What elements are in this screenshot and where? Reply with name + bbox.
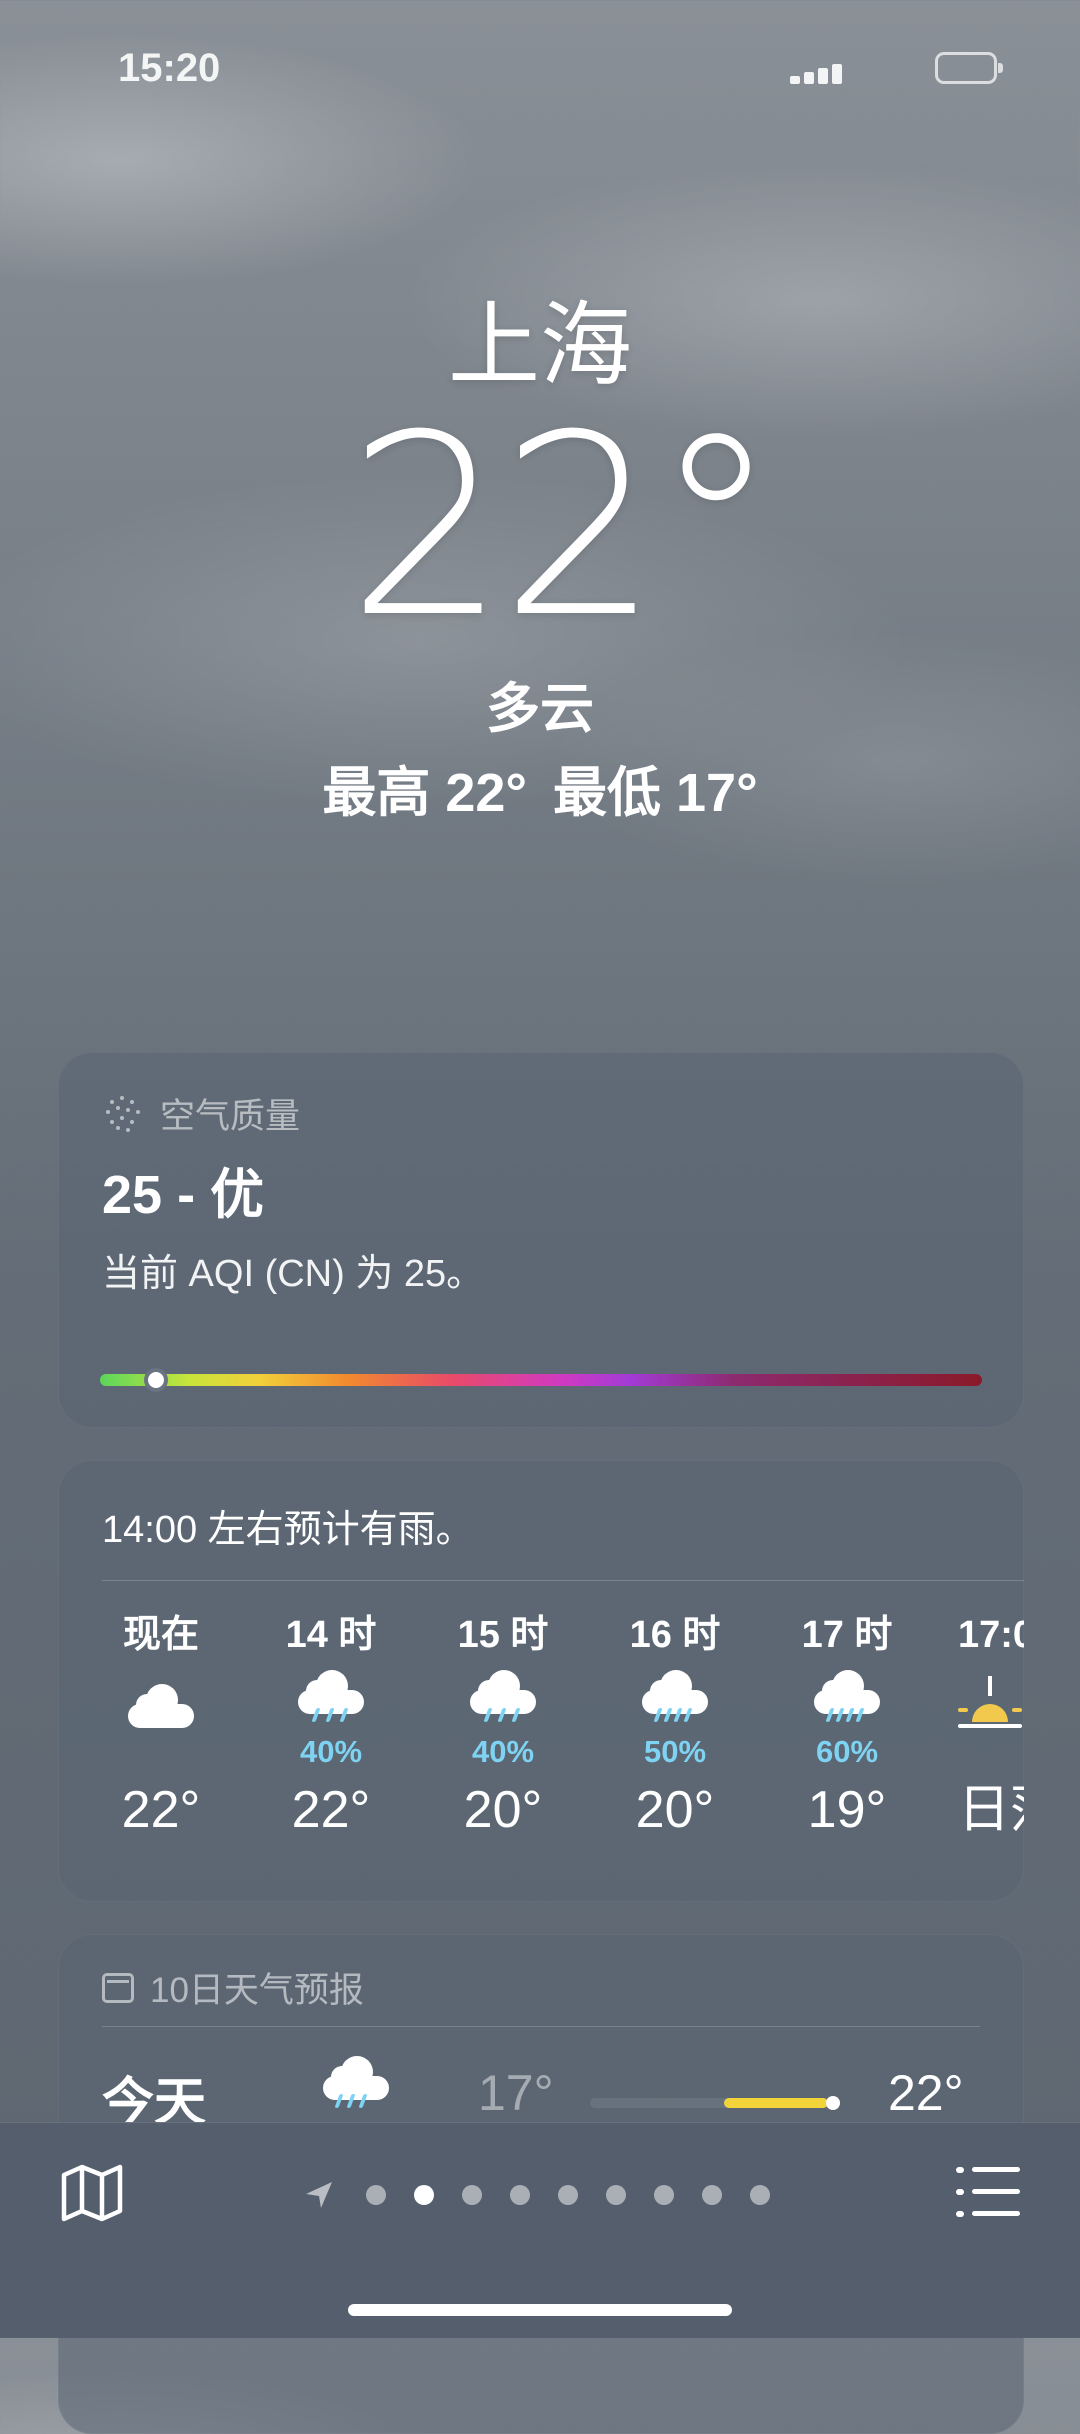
current-temperature: 22° — [347, 381, 778, 672]
hourly-forecast-card[interactable]: 14:00 左右预计有雨。 现在 22° 14 时 40% 22° 15 时 4… — [58, 1460, 1024, 1902]
forecast-low: 17° — [478, 2065, 554, 2121]
forecast-header: 10日天气预报 — [102, 1962, 364, 2013]
hour-item[interactable]: 17:0 日落 — [944, 1610, 1024, 1840]
hour-temp: 日落 — [958, 1781, 1024, 1839]
aqi-description: 当前 AQI (CN) 为 25。 — [102, 1253, 485, 1295]
page-dot — [462, 2185, 482, 2205]
divider — [102, 2026, 980, 2027]
hour-temp: 22° — [121, 1781, 201, 1839]
battery-icon — [935, 52, 1003, 84]
hour-temp: 20° — [635, 1781, 715, 1839]
air-quality-title: 空气质量 — [160, 1097, 301, 1136]
page-dot — [750, 2185, 770, 2205]
low-temperature: 最低 17° — [553, 763, 758, 823]
hour-label: 16 时 — [629, 1614, 721, 1656]
page-dot — [558, 2185, 578, 2205]
hour-temp: 22° — [291, 1781, 371, 1839]
aqi-scale-bar — [100, 1374, 982, 1386]
current-temp-marker — [826, 2096, 840, 2110]
weather-condition: 多云 — [486, 679, 594, 739]
divider — [102, 1580, 1024, 1581]
hour-item[interactable]: 现在 22° — [86, 1610, 236, 1840]
hour-item[interactable]: 16 时 50% 20° — [600, 1610, 750, 1840]
page-indicator[interactable] — [302, 2175, 784, 2215]
home-indicator[interactable] — [348, 2304, 732, 2316]
cloud-icon — [128, 1684, 194, 1728]
forecast-title: 10日天气预报 — [150, 1971, 364, 2010]
cellular-signal-icon — [790, 62, 850, 84]
map-icon[interactable] — [60, 2163, 124, 2223]
air-quality-dots-icon — [102, 1094, 142, 1134]
forecast-high: 22° — [888, 2065, 964, 2121]
status-time: 15:20 — [118, 46, 221, 90]
high-temperature: 最高 22° — [322, 763, 527, 823]
location-arrow-icon — [306, 2182, 332, 2208]
cloud-rain-icon — [600, 1670, 750, 1740]
aqi-value: 25 - 优 — [102, 1165, 265, 1225]
hour-item[interactable]: 17 时 60% 19° — [772, 1610, 922, 1840]
cloud-rain-icon — [256, 1670, 406, 1740]
hour-item[interactable]: 15 时 40% 20° — [428, 1610, 578, 1840]
cloud-rain-icon — [428, 1670, 578, 1740]
page-dot — [510, 2185, 530, 2205]
hour-item[interactable]: 14 时 40% 22° — [256, 1610, 406, 1840]
hour-label: 14 时 — [285, 1614, 377, 1656]
hour-temp: 19° — [807, 1781, 887, 1839]
list-icon[interactable] — [956, 2167, 1020, 2219]
page-dot-active — [414, 2185, 434, 2205]
city-name: 上海 — [447, 295, 632, 397]
current-weather: 上海 22° 多云 最高 22° 最低 17° — [0, 300, 1080, 820]
calendar-icon — [102, 1972, 134, 2003]
cloud-rain-icon — [772, 1670, 922, 1740]
air-quality-card[interactable]: 空气质量 25 - 优 当前 AQI (CN) 为 25。 — [58, 1052, 1024, 1428]
sunset-icon — [958, 1676, 1022, 1736]
forecast-range-fill — [724, 2098, 828, 2108]
hour-label: 现在 — [122, 1614, 199, 1656]
page-dot — [366, 2185, 386, 2205]
hour-label: 17 时 — [801, 1614, 893, 1656]
page-dot — [702, 2185, 722, 2205]
hour-label: 17:0 — [958, 1614, 1024, 1656]
air-quality-header: 空气质量 — [102, 1088, 300, 1139]
aqi-indicator — [144, 1368, 168, 1392]
hour-label: 15 时 — [457, 1614, 549, 1656]
hourly-summary: 14:00 左右预计有雨。 — [102, 1509, 474, 1551]
page-dot — [654, 2185, 674, 2205]
high-low-temperature: 最高 22° 最低 17° — [0, 766, 1080, 820]
hour-temp: 20° — [463, 1781, 543, 1839]
status-bar: 15:20 — [0, 0, 1080, 90]
page-dot — [606, 2185, 626, 2205]
